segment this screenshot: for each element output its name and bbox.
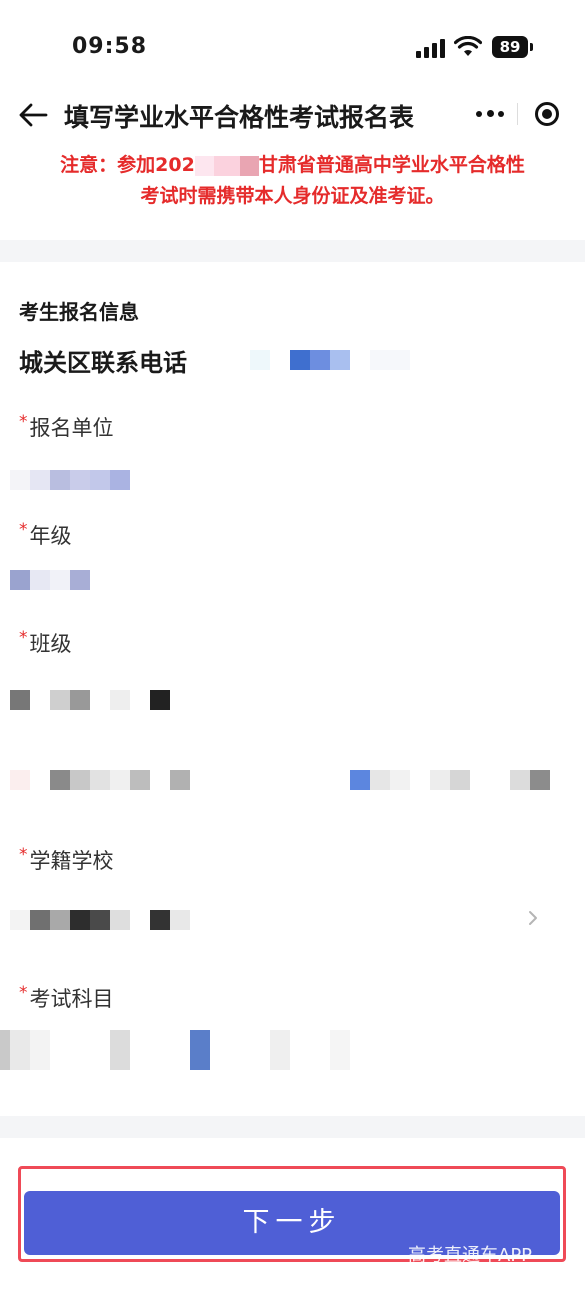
field-label-grade: *年级 <box>19 520 72 548</box>
school-value[interactable] <box>10 910 190 930</box>
section-title: 考生报名信息 <box>19 300 139 324</box>
registration-unit-value[interactable] <box>10 470 130 490</box>
spacer <box>0 822 585 830</box>
exam-subject-value[interactable] <box>0 1030 350 1070</box>
notice-part2: 甘肃省普通高中学业水平合格性 <box>258 154 525 176</box>
field-label-exam-subject: *考试科目 <box>19 983 114 1011</box>
status-bar: 09:58 89 <box>0 0 585 90</box>
grade-value[interactable] <box>10 570 90 590</box>
field-label-class: *班级 <box>19 628 72 656</box>
page-title: 填写学业水平合格性考试报名表 <box>64 103 415 132</box>
notice-line2: 考试时需携带本人身份证及准考证。 <box>140 185 445 207</box>
phone-label: 城关区联系电话 <box>19 349 187 377</box>
wifi-icon <box>454 36 482 56</box>
watermark-text: 高考直通车APP <box>408 1245 533 1266</box>
field-label-school: *学籍学校 <box>19 845 114 873</box>
close-target-icon[interactable] <box>535 102 559 126</box>
nav-bar: 填写学业水平合格性考试报名表 <box>0 90 585 140</box>
capsule-divider <box>517 103 518 125</box>
section-divider <box>0 240 585 262</box>
notice-text: 注意：参加202 甘肃省普通高中学业水平合格性 考试时需携带本人身份证及准考证。 <box>0 150 585 212</box>
class-value[interactable] <box>10 690 170 710</box>
redacted-phone-value <box>250 350 410 370</box>
class-detail-value <box>10 770 550 790</box>
chevron-right-icon[interactable] <box>526 908 540 928</box>
back-arrow-icon[interactable] <box>16 98 50 132</box>
more-icon[interactable] <box>476 107 506 121</box>
mini-program-capsule <box>462 93 572 135</box>
field-label-registration-unit: *报名单位 <box>19 412 114 440</box>
battery-icon: 89 <box>492 36 528 58</box>
signal-icon <box>416 38 446 58</box>
redacted-block <box>194 155 259 176</box>
notice-part1: 注意：参加202 <box>60 154 195 176</box>
battery-cap <box>530 43 533 51</box>
footer-divider <box>0 1116 585 1138</box>
status-time: 09:58 <box>72 34 148 59</box>
